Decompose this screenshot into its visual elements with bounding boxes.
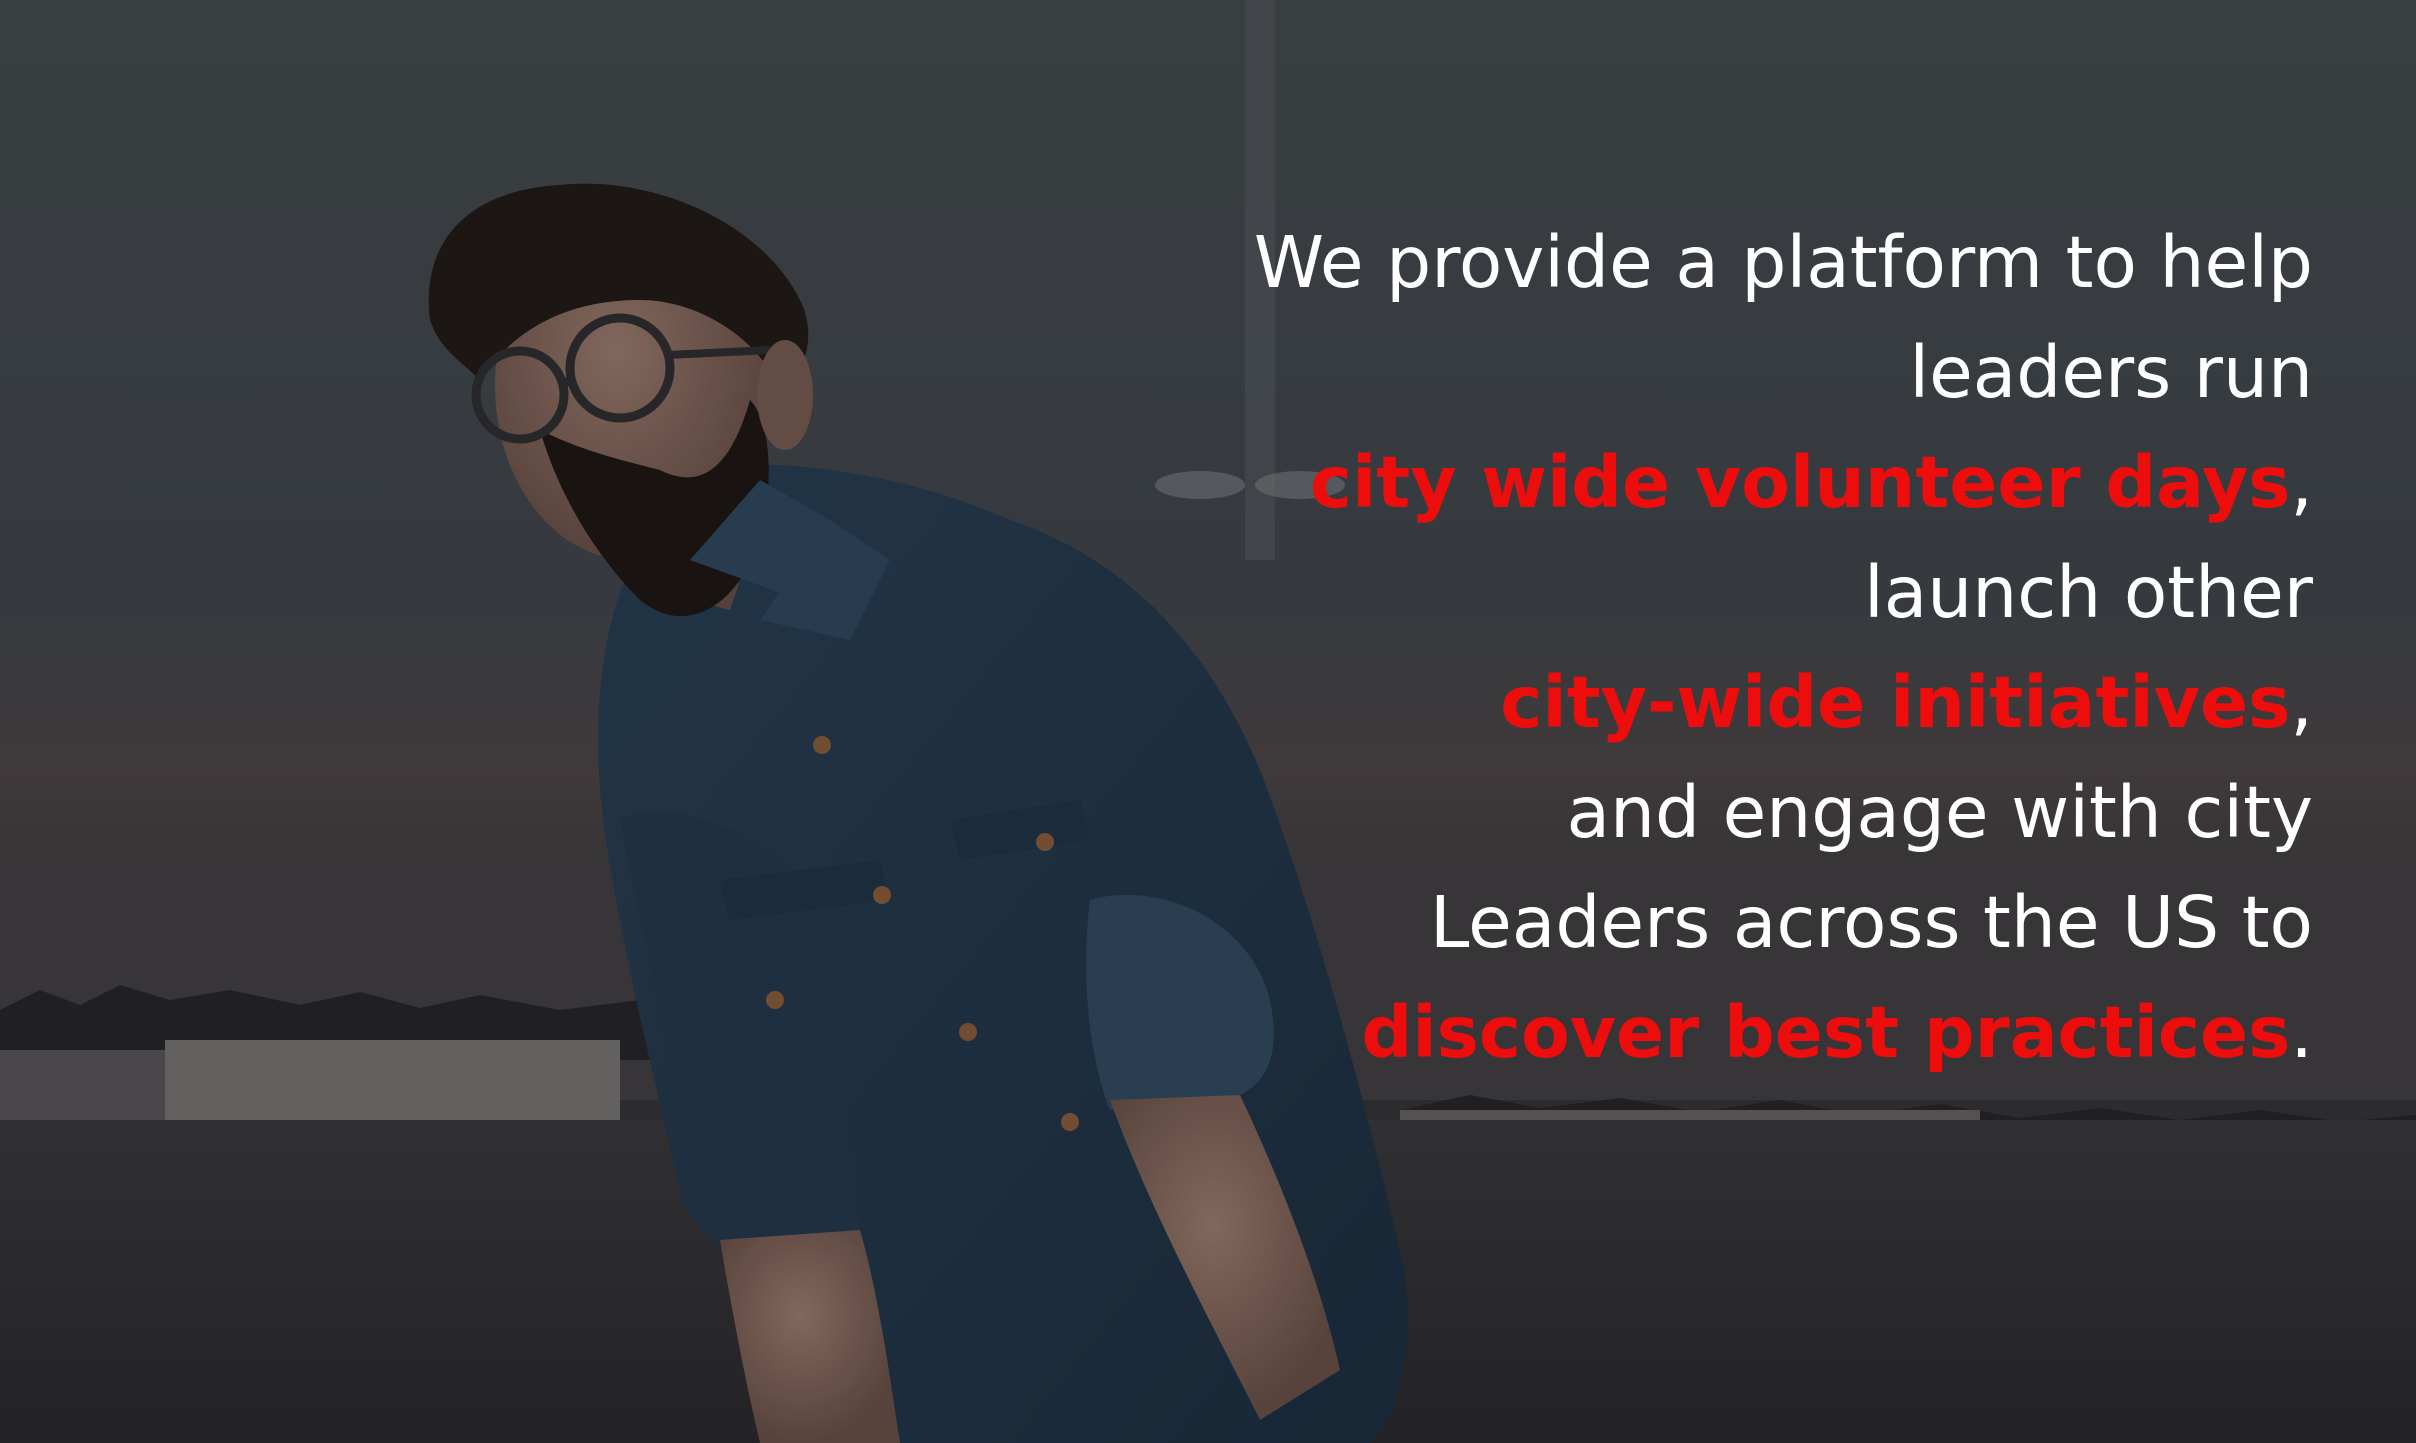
headline-line-2: leaders run <box>1909 331 2313 414</box>
highlight-volunteer-days: city wide volunteer days <box>1309 441 2291 524</box>
headline-line-8: discover best practices. <box>1013 978 2313 1088</box>
highlight-city-wide-initiatives: city-wide initiatives <box>1500 661 2291 744</box>
highlight-best-practices: discover best practices <box>1361 991 2291 1074</box>
headline-period: . <box>2290 991 2313 1074</box>
headline-line-4: launch other <box>1864 551 2313 634</box>
headline-line-6: and engage with city <box>1566 771 2313 854</box>
headline-line-1: We provide a platform to help <box>1253 221 2313 304</box>
headline-comma-2: , <box>2290 661 2313 744</box>
headline-line-7: Leaders across the US to <box>1429 881 2313 964</box>
hero-section: We provide a platform to help leaders ru… <box>0 0 2416 1443</box>
headline-line-3: city wide volunteer days, <box>1013 428 2313 538</box>
headline-line-5: city-wide initiatives, <box>1013 648 2313 758</box>
headline-comma-1: , <box>2290 441 2313 524</box>
mission-statement: We provide a platform to help leaders ru… <box>1013 208 2313 1088</box>
